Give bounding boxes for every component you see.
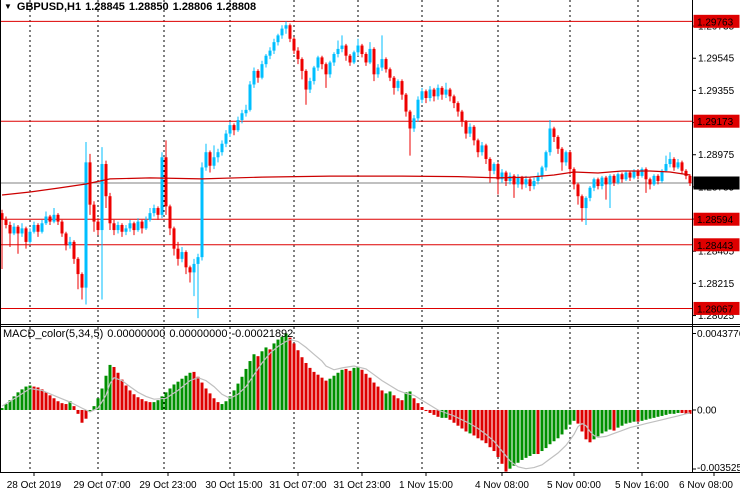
svg-text:28 Oct 2019: 28 Oct 2019 xyxy=(7,480,62,491)
quote-high: 1.28850 xyxy=(129,1,169,13)
quote-open: 1.28845 xyxy=(85,1,125,13)
svg-text:30 Oct 15:00: 30 Oct 15:00 xyxy=(205,480,263,491)
candlesticks[interactable] xyxy=(1,21,692,318)
svg-text:1.28975: 1.28975 xyxy=(698,150,735,161)
indicator-value-2: 0.00000000 xyxy=(169,328,227,340)
svg-text:1 Nov 15:00: 1 Nov 15:00 xyxy=(399,480,453,491)
symbol-dropdown-icon[interactable]: ▼ xyxy=(4,2,12,11)
quote-low: 1.28806 xyxy=(173,1,213,13)
svg-text:29 Oct 23:00: 29 Oct 23:00 xyxy=(139,480,197,491)
svg-text:4 Nov 08:00: 4 Nov 08:00 xyxy=(475,480,529,491)
svg-text:0.00: 0.00 xyxy=(697,405,717,416)
svg-text:1.28443: 1.28443 xyxy=(697,241,734,252)
svg-text:5 Nov 00:00: 5 Nov 00:00 xyxy=(547,480,601,491)
quote-header: ▼ GBPUSD,H1 1.28845 1.28850 1.288061.28808 xyxy=(4,1,260,13)
svg-text:5 Nov 16:00: 5 Nov 16:00 xyxy=(615,480,669,491)
price-axis[interactable]: 1.297351.295451.293551.291651.289751.287… xyxy=(692,22,735,322)
chart-canvas[interactable]: 1.297351.295451.293551.291651.289751.287… xyxy=(0,0,740,500)
indicator-value-1: 0.00000000 xyxy=(107,328,165,340)
svg-text:6 Nov 08:00: 6 Nov 08:00 xyxy=(679,480,733,491)
macd-histogram xyxy=(1,334,692,472)
time-axis[interactable]: 28 Oct 2019 29 Oct 07:00 29 Oct 23:00 30 Oc… xyxy=(7,472,734,491)
chart-window: 1.297351.295451.293551.291651.289751.287… xyxy=(0,0,740,500)
svg-text:31 Oct 07:00: 31 Oct 07:00 xyxy=(269,480,327,491)
quote-close: 1.28808 xyxy=(216,1,256,13)
svg-text:0.0043776: 0.0043776 xyxy=(697,329,740,340)
svg-text:1.28808: 1.28808 xyxy=(697,179,734,190)
indicator-value-3: -0.00021892 xyxy=(232,328,294,340)
svg-text:1.28067: 1.28067 xyxy=(697,304,734,315)
svg-text:1.29173: 1.29173 xyxy=(697,117,734,128)
svg-text:1.28594: 1.28594 xyxy=(697,215,734,226)
svg-text:1.29545: 1.29545 xyxy=(698,54,735,65)
support-resistance-lines[interactable] xyxy=(0,21,692,308)
svg-text:31 Oct 23:00: 31 Oct 23:00 xyxy=(333,480,391,491)
indicator-header: MACD_color(5,34,5) 0.00000000 0.00000000 -0… xyxy=(3,328,297,340)
indicator-name: MACD_color(5,34,5) xyxy=(3,328,103,340)
svg-text:1.29763: 1.29763 xyxy=(697,17,734,28)
symbol-label: GBPUSD,H1 xyxy=(17,1,81,13)
svg-text:1.29355: 1.29355 xyxy=(698,86,735,97)
macd-axis: 0.0043776 0.00 -0.0035259 xyxy=(692,329,740,474)
bid-price-label: 1.28808 xyxy=(694,176,740,190)
svg-text:29 Oct 07:00: 29 Oct 07:00 xyxy=(73,480,131,491)
svg-text:-0.0035259: -0.0035259 xyxy=(697,463,740,474)
svg-text:1.28215: 1.28215 xyxy=(698,279,735,290)
